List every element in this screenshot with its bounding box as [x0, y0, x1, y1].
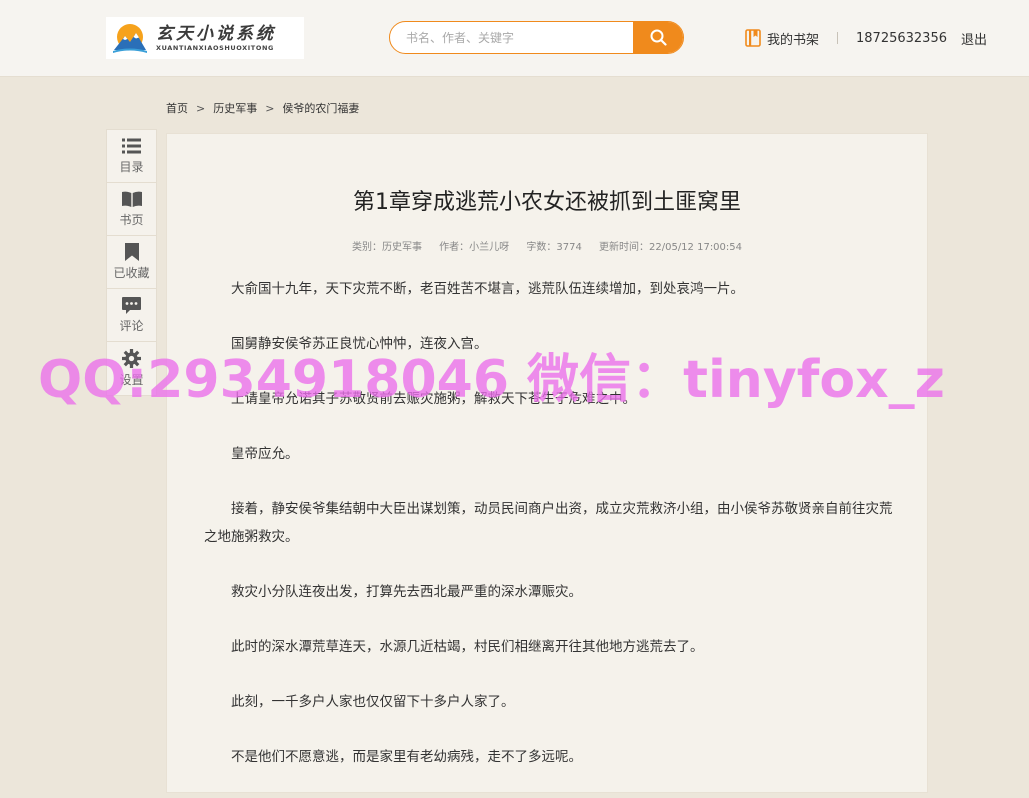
meta-category: 类别：历史军事 — [351, 242, 422, 253]
sidebar-item-comments[interactable]: 评论 — [107, 289, 156, 342]
bookshelf-label: 我的书架 — [766, 32, 819, 48]
search-button[interactable] — [633, 22, 683, 53]
paragraph: 国舅静安侯爷苏正良忧心忡忡，连夜入宫。 — [231, 336, 488, 352]
bookmark-icon — [122, 243, 142, 261]
reader-sidebar: 目录 书页 已收藏 评论 设置 — [106, 129, 157, 396]
logout-link[interactable]: 退出 — [961, 29, 987, 48]
chapter-title: 第1章穿成逃荒小农女还被抓到土匪窝里 — [353, 190, 741, 215]
breadcrumb: 首页 > 历史军事 > 侯爷的农门福妻 — [166, 100, 359, 116]
nav-divider — [837, 32, 838, 44]
bookshelf-link[interactable]: 我的书架 — [745, 29, 819, 48]
sidebar-item-label: 设置 — [119, 372, 144, 387]
logo-title: 玄天小说系统 — [156, 23, 276, 44]
paragraph: 不是他们不愿意逃，而是家里有老幼病残，走不了多远呢。 — [231, 749, 582, 765]
sidebar-item-settings[interactable]: 设置 — [107, 342, 156, 395]
sidebar-item-collected[interactable]: 已收藏 — [107, 236, 156, 289]
bookshelf-icon — [745, 29, 761, 47]
comment-icon — [122, 296, 142, 314]
logo-subtitle: XUANTIANXIAOSHUOXITONG — [156, 43, 274, 52]
mountain-sun-logo-icon — [112, 20, 148, 56]
sidebar-item-label: 评论 — [119, 319, 144, 333]
sidebar-item-book-page[interactable]: 书页 — [107, 183, 156, 236]
site-logo[interactable]: 玄天小说系统 XUANTIANXIAOSHUOXITONG — [106, 17, 304, 59]
chapter-content: 第1章穿成逃荒小农女还被抓到土匪窝里 类别：历史军事 作者：小兰儿呀 字数：37… — [166, 133, 928, 793]
list-icon — [122, 137, 142, 155]
search-box — [389, 21, 684, 54]
meta-word-count: 字数：3774 — [526, 242, 582, 253]
paragraph: 皇帝应允。 — [231, 446, 299, 462]
search-input[interactable] — [390, 22, 635, 53]
search-icon — [650, 29, 667, 46]
breadcrumb-category[interactable]: 历史军事 — [213, 100, 257, 116]
sidebar-item-label: 目录 — [119, 160, 144, 174]
breadcrumb-separator: > — [196, 101, 206, 115]
site-header: 玄天小说系统 XUANTIANXIAOSHUOXITONG 我的书架 18725… — [0, 0, 1029, 77]
sidebar-item-label: 已收藏 — [113, 266, 150, 280]
chapter-meta: 类别：历史军事 作者：小兰儿呀 字数：3774 更新时间：22/05/12 17… — [167, 238, 927, 253]
meta-author: 作者：小兰儿呀 — [439, 242, 510, 253]
book-icon — [121, 190, 142, 208]
paragraph: 此刻，一千多户人家也仅仅留下十多户人家了。 — [231, 694, 515, 710]
sidebar-item-catalog[interactable]: 目录 — [107, 130, 156, 183]
paragraph: 大俞国十九年，天下灾荒不断，老百姓苦不堪言，逃荒队伍连续增加，到处哀鸿一片。 — [231, 281, 744, 297]
user-nav: 我的书架 18725632356 退出 — [745, 28, 987, 48]
meta-updated: 更新时间：22/05/12 17:00:54 — [599, 242, 743, 253]
paragraph: 上请皇帝允诺其子苏敬贤前去赈灾施粥，解救天下苍生于危难之中。 — [231, 391, 636, 407]
breadcrumb-separator: > — [265, 101, 275, 115]
paragraph: 接着，静安侯爷集结朝中大臣出谋划策，动员民间商户出资，成立灾荒救济小组，由小侯爷… — [204, 501, 893, 545]
chapter-text: 大俞国十九年，天下灾荒不断，老百姓苦不堪言，逃荒队伍连续增加，到处哀鸿一片。 国… — [204, 275, 894, 798]
breadcrumb-book[interactable]: 侯爷的农门福妻 — [282, 100, 359, 116]
paragraph: 此时的深水潭荒草连天，水源几近枯竭，村民们相继离开往其他地方逃荒去了。 — [231, 639, 704, 655]
breadcrumb-home[interactable]: 首页 — [166, 100, 188, 116]
sidebar-item-label: 书页 — [119, 213, 144, 227]
user-phone[interactable]: 18725632356 — [856, 31, 947, 46]
gear-icon — [122, 349, 142, 368]
paragraph: 救灾小分队连夜出发，打算先去西北最严重的深水潭赈灾。 — [231, 584, 582, 600]
